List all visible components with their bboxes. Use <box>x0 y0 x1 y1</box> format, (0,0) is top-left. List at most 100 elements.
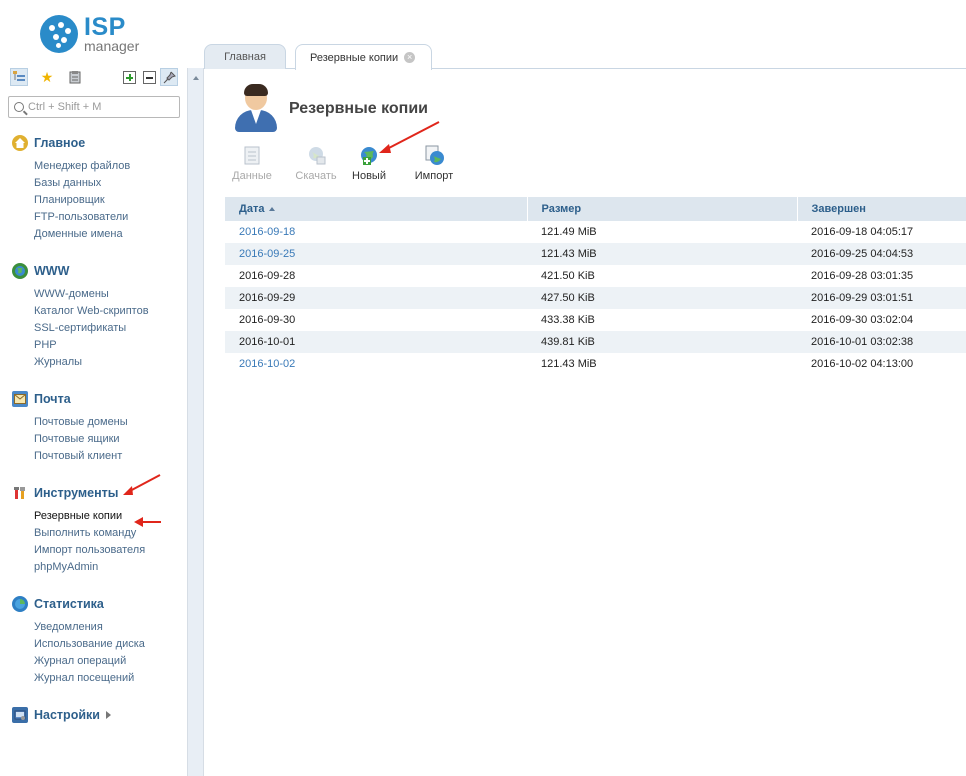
nav-section-title: Настройки <box>34 708 100 722</box>
nav-section-header[interactable]: Статистика <box>12 595 145 613</box>
sidebar-item-domain-names[interactable]: Доменные имена <box>34 226 130 243</box>
sidebar-item-mail-client[interactable]: Почтовый клиент <box>34 448 128 465</box>
collapse-all-icon[interactable] <box>140 68 158 86</box>
sidebar-item-visits-log[interactable]: Журнал посещений <box>34 670 145 687</box>
nav-section-header[interactable]: Инструменты <box>12 484 145 502</box>
table-row[interactable]: 2016-10-02 121.43 MiB 2016-10-02 04:13:0… <box>225 353 966 375</box>
nav-section-stats: Статистика Уведомления Использование дис… <box>12 595 145 687</box>
chart-icon <box>12 596 28 612</box>
nav-section-title: Главное <box>34 136 86 150</box>
sidebar-item-databases[interactable]: Базы данных <box>34 175 130 192</box>
nav-section-header[interactable]: WWW <box>12 262 149 280</box>
tools-icon <box>12 485 28 501</box>
nav-section-title: Почта <box>34 392 71 406</box>
sidebar-item-run-command[interactable]: Выполнить команду <box>34 525 145 542</box>
column-header-completed[interactable]: Завершен <box>796 197 966 221</box>
cell-completed: 2016-10-01 03:02:38 <box>797 331 966 353</box>
nav-section-settings: Настройки <box>12 706 111 724</box>
sidebar-item-operations-log[interactable]: Журнал операций <box>34 653 145 670</box>
table-row[interactable]: 2016-10-01 439.81 KiB 2016-10-01 03:02:3… <box>225 331 966 353</box>
table-row[interactable]: 2016-09-28 421.50 KiB 2016-09-28 03:01:3… <box>225 265 966 287</box>
cell-size: 427.50 KiB <box>527 287 797 309</box>
sidebar-item-file-manager[interactable]: Менеджер файлов <box>34 158 130 175</box>
cell-size: 421.50 KiB <box>541 270 595 282</box>
cell-date: 2016-09-29 <box>225 287 527 309</box>
close-icon[interactable]: × <box>404 52 416 63</box>
sidebar-splitter[interactable] <box>187 68 204 776</box>
nav-section-title: Инструменты <box>34 486 119 500</box>
import-button[interactable]: Импорт <box>411 144 457 182</box>
sidebar-item-mail-domains[interactable]: Почтовые домены <box>34 414 128 431</box>
sidebar-item-ssl[interactable]: SSL-сертификаты <box>34 320 149 337</box>
cell-completed: 2016-09-30 03:02:04 <box>811 314 914 326</box>
data-button[interactable]: Данные <box>227 144 277 182</box>
sidebar-item-php[interactable]: PHP <box>34 337 149 354</box>
table-row[interactable]: 2016-09-29 427.50 KiB 2016-09-29 03:01:5… <box>225 287 966 309</box>
clipboard-icon[interactable] <box>66 68 84 86</box>
tab-backups[interactable]: Резервные копии × <box>295 44 432 70</box>
cell-date[interactable]: 2016-10-02 <box>225 353 527 375</box>
sidebar-item-web-scripts[interactable]: Каталог Web-скриптов <box>34 303 149 320</box>
cell-date[interactable]: 2016-09-25 <box>225 243 527 265</box>
cell-completed: 2016-09-29 03:01:51 <box>797 287 966 309</box>
settings-icon <box>12 707 28 723</box>
logo-text-sub: manager <box>84 38 140 54</box>
table-header-row: Дата Размер Завершен <box>225 197 966 221</box>
table-row[interactable]: 2016-09-25 121.43 MiB 2016-09-25 04:04:5… <box>225 243 966 265</box>
data-icon <box>241 144 263 166</box>
pin-icon[interactable] <box>160 68 178 86</box>
sidebar-toolbar: ★ <box>10 68 180 88</box>
page-title: Резервные копии <box>289 100 428 117</box>
mail-icon <box>12 391 28 407</box>
nav-section-header[interactable]: Главное <box>12 134 130 152</box>
action-label: Импорт <box>414 170 454 182</box>
search-input[interactable] <box>28 101 168 113</box>
chevron-right-icon <box>105 711 111 719</box>
sidebar-item-scheduler[interactable]: Планировщик <box>34 192 130 209</box>
collapse-arrow-icon[interactable] <box>193 76 199 80</box>
sidebar-item-disk-usage[interactable]: Использование диска <box>34 636 145 653</box>
cell-date: 2016-09-30 <box>239 314 296 326</box>
cell-size: 433.38 KiB <box>541 314 595 326</box>
sidebar-item-logs[interactable]: Журналы <box>34 354 149 371</box>
nav-section-header[interactable]: Настройки <box>12 706 111 724</box>
expand-all-icon[interactable] <box>120 68 138 86</box>
table-row[interactable]: 2016-09-30 433.38 KiB 2016-09-30 03:02:0… <box>225 309 966 331</box>
add-icon <box>358 144 380 166</box>
tree-view-icon[interactable] <box>10 68 28 86</box>
action-label: Данные <box>232 170 272 182</box>
table-row[interactable]: 2016-09-18 121.49 MiB 2016-09-18 04:05:1… <box>225 221 966 243</box>
nav-section-main: Главное Менеджер файлов Базы данных План… <box>12 134 130 243</box>
globe-icon <box>12 263 28 279</box>
download-button[interactable]: Скачать <box>293 144 339 182</box>
nav-section-header[interactable]: Почта <box>12 390 128 408</box>
backups-table: Дата Размер Завершен 2016-09-18 121.49 M… <box>225 197 966 375</box>
sidebar-search <box>8 96 180 118</box>
nav-section-mail: Почта Почтовые домены Почтовые ящики Поч… <box>12 390 128 465</box>
tab-bar: Главная Резервные копии × <box>204 44 966 70</box>
home-icon <box>12 135 28 151</box>
logo[interactable]: ISP manager <box>40 14 139 54</box>
column-header-date[interactable]: Дата <box>225 197 527 221</box>
sidebar-item-www-domains[interactable]: WWW-домены <box>34 286 149 303</box>
tab-label: Резервные копии <box>310 51 399 64</box>
sidebar-item-backups[interactable]: Резервные копии <box>34 508 145 525</box>
page-header: Резервные копии <box>233 84 428 134</box>
new-button[interactable]: Новый <box>347 144 391 182</box>
action-label: Новый <box>352 170 386 182</box>
cell-date[interactable]: 2016-09-18 <box>225 221 527 243</box>
tab-home[interactable]: Главная <box>204 44 286 69</box>
sidebar-item-notifications[interactable]: Уведомления <box>34 619 145 636</box>
column-header-size[interactable]: Размер <box>526 197 797 221</box>
favorites-star-icon[interactable]: ★ <box>38 68 56 86</box>
cell-size: 439.81 KiB <box>527 331 797 353</box>
cell-completed: 2016-09-28 03:01:35 <box>811 270 914 282</box>
sidebar-item-mailboxes[interactable]: Почтовые ящики <box>34 431 128 448</box>
sidebar-item-ftp-users[interactable]: FTP-пользователи <box>34 209 130 226</box>
download-icon <box>305 144 327 166</box>
sidebar-item-import-user[interactable]: Импорт пользователя <box>34 542 145 559</box>
sidebar-item-phpmyadmin[interactable]: phpMyAdmin <box>34 559 145 576</box>
sort-ascending-icon <box>269 207 276 212</box>
nav-section-tools: Инструменты Резервные копии Выполнить ко… <box>12 484 145 576</box>
cell-completed: 2016-09-25 04:04:53 <box>797 243 966 265</box>
